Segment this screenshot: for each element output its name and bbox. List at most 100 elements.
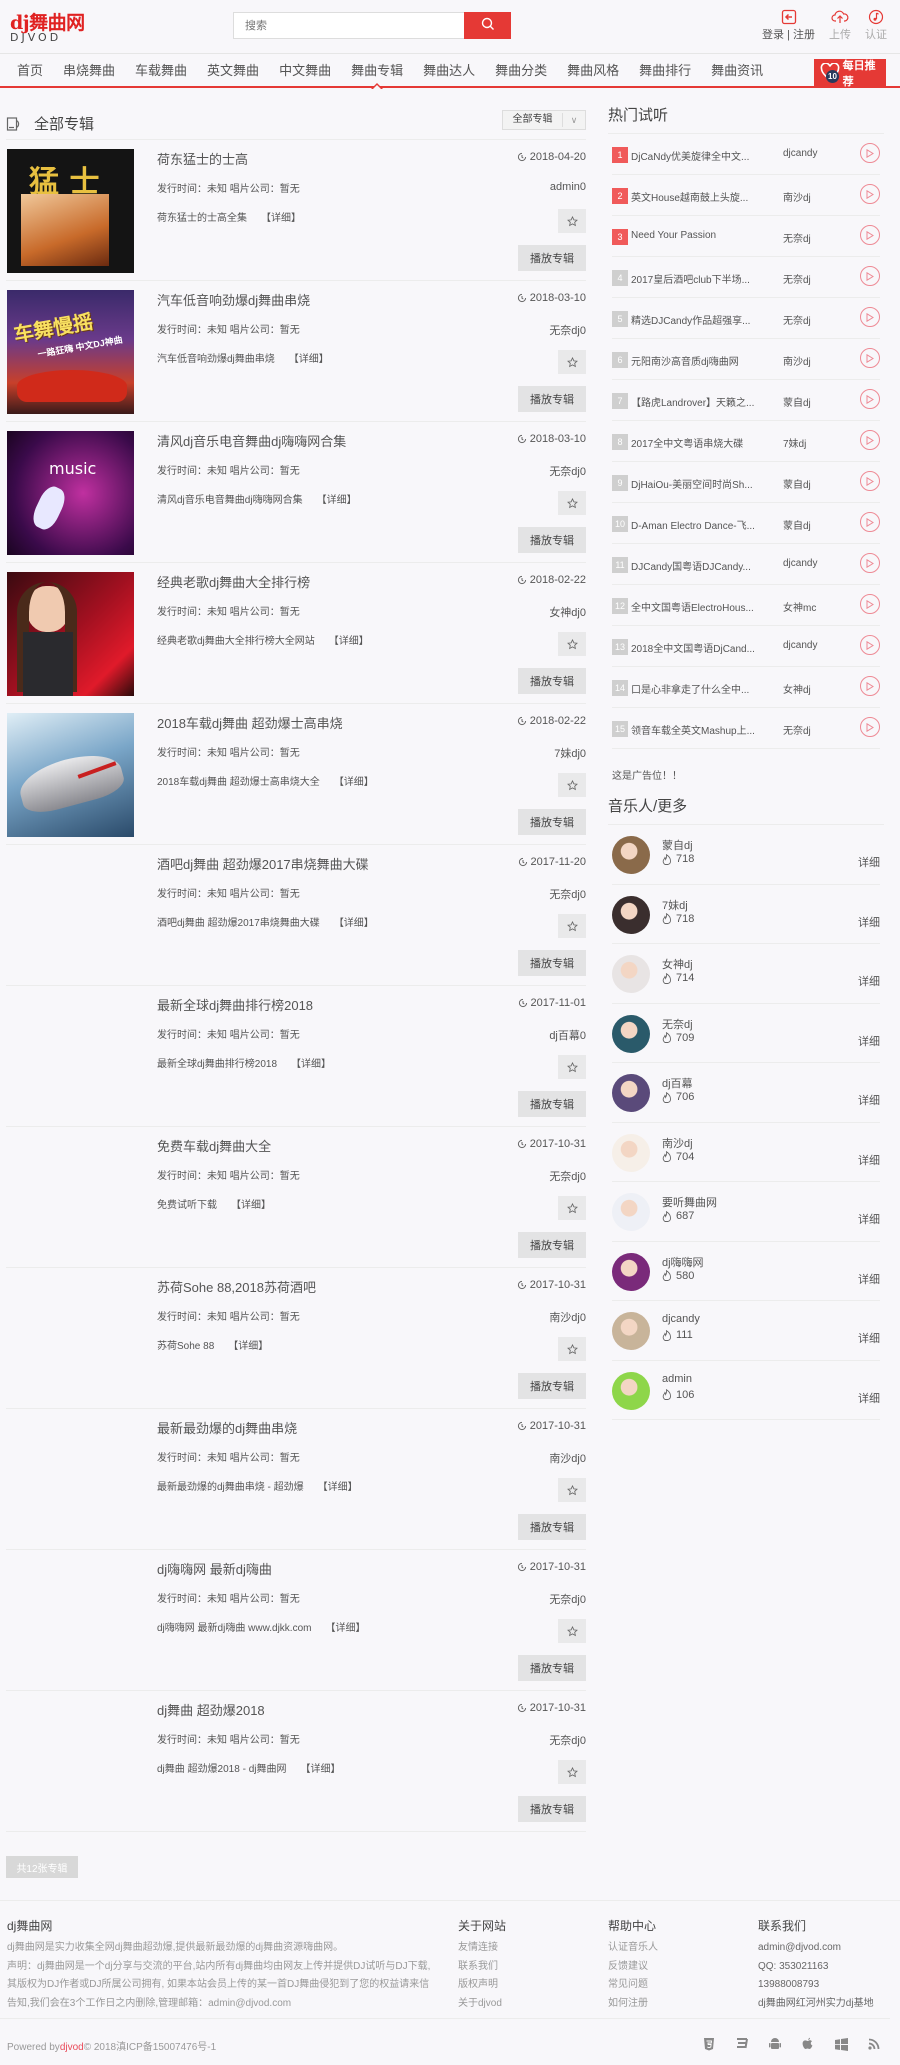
track-artist-link[interactable]: 无奈dj [783, 312, 811, 327]
artist-avatar[interactable] [612, 1193, 650, 1231]
search-input[interactable] [233, 12, 465, 39]
artists-title[interactable]: 音乐人/更多 [608, 793, 884, 825]
album-cover[interactable]: 猛 士 [7, 149, 134, 273]
nav-item[interactable]: 舞曲排行 [630, 54, 700, 87]
album-cover[interactable]: music [7, 431, 134, 555]
play-track-button[interactable] [860, 471, 880, 491]
track-artist-link[interactable]: 7妹dj [783, 435, 806, 450]
track-title-link[interactable]: 英文House越南鼓上头旋... [631, 189, 756, 204]
track-artist-link[interactable]: 南沙dj [783, 189, 811, 204]
login-link[interactable]: 登录 [762, 29, 784, 41]
nav-item[interactable]: 车载舞曲 [126, 54, 196, 87]
ad-slot[interactable]: 这是广告位！！ [612, 767, 880, 782]
powered-brand-link[interactable]: djvod [60, 2042, 84, 2053]
favorite-button[interactable] [558, 632, 586, 656]
album-cover[interactable] [7, 1700, 134, 1824]
artist-name-link[interactable]: 7妹dj [662, 897, 688, 913]
artist-name-link[interactable]: 女神dj [662, 956, 693, 972]
album-name-link[interactable]: 经典老歌dj舞曲大全排行榜 [157, 572, 310, 591]
album-name-link[interactable]: 清风dj音乐电音舞曲dj嗨嗨网合集 [157, 431, 346, 450]
album-name-link[interactable]: 汽车低音响劲爆dj舞曲串烧 [157, 290, 310, 309]
play-track-button[interactable] [860, 389, 880, 409]
album-detail-link[interactable]: 【详细】 [228, 1341, 268, 1352]
album-cover[interactable] [7, 995, 134, 1119]
artist-detail-link[interactable]: 详细 [858, 914, 880, 930]
favorite-button[interactable] [558, 1055, 586, 1079]
play-track-button[interactable] [860, 430, 880, 450]
artist-name-link[interactable]: dj嗨嗨网 [662, 1254, 704, 1270]
album-detail-link[interactable]: 【详细】 [291, 1059, 331, 1070]
nav-item[interactable]: 舞曲达人 [414, 54, 484, 87]
artist-name-link[interactable]: 蒙自dj [662, 837, 693, 853]
album-cover[interactable] [7, 1418, 134, 1542]
favorite-button[interactable] [558, 1196, 586, 1220]
play-track-button[interactable] [860, 143, 880, 163]
album-cover[interactable] [7, 1559, 134, 1683]
track-artist-link[interactable]: djcandy [783, 558, 817, 569]
play-track-button[interactable] [860, 717, 880, 737]
play-track-button[interactable] [860, 348, 880, 368]
album-detail-link[interactable]: 【详细】 [300, 1764, 340, 1775]
nav-item[interactable]: 舞曲资讯 [702, 54, 772, 87]
album-detail-link[interactable]: 【详细】 [261, 213, 301, 224]
play-album-button[interactable]: 播放专辑 [518, 1655, 586, 1681]
play-track-button[interactable] [860, 553, 880, 573]
play-track-button[interactable] [860, 184, 880, 204]
album-name-link[interactable]: 荷东猛士的士高 [157, 149, 248, 168]
daily-recommend-button[interactable]: 10 每日推荐 [814, 59, 886, 88]
album-detail-link[interactable]: 【详细】 [334, 918, 374, 929]
search-button[interactable] [464, 12, 511, 39]
play-track-button[interactable] [860, 594, 880, 614]
play-album-button[interactable]: 播放专辑 [518, 809, 586, 835]
artist-detail-link[interactable]: 详细 [858, 854, 880, 870]
footer-link[interactable]: 认证音乐人 [608, 1939, 658, 1958]
track-artist-link[interactable]: 南沙dj [783, 353, 811, 368]
favorite-button[interactable] [558, 1760, 586, 1784]
footer-link[interactable]: 关于djvod [458, 1995, 506, 2014]
nav-item[interactable]: 舞曲专辑 [342, 54, 412, 89]
play-album-button[interactable]: 播放专辑 [518, 1373, 586, 1399]
play-album-button[interactable]: 播放专辑 [518, 950, 586, 976]
play-album-button[interactable]: 播放专辑 [518, 386, 586, 412]
track-title-link[interactable]: 领音车载全英文Mashup上... [631, 722, 756, 737]
artist-avatar[interactable] [612, 1014, 650, 1053]
site-logo[interactable]: dj舞曲网 DJVOD [10, 14, 90, 44]
artist-avatar[interactable] [612, 1074, 650, 1112]
artist-detail-link[interactable]: 详细 [858, 1152, 880, 1168]
track-title-link[interactable]: 全中文国粤语ElectroHous... [631, 599, 756, 614]
track-artist-link[interactable]: 无奈dj [783, 722, 811, 737]
album-name-link[interactable]: 苏荷Sohe 88,2018苏荷酒吧 [157, 1277, 316, 1296]
artist-name-link[interactable]: admin [662, 1373, 692, 1385]
artist-avatar[interactable] [612, 1371, 650, 1410]
album-cover[interactable]: 车舞慢摇 一路狂嗨 中文DJ神曲 [7, 290, 134, 414]
track-title-link[interactable]: 2018全中文国粤语DjCand... [631, 640, 756, 655]
track-title-link[interactable]: D-Aman Electro Dance-飞... [631, 517, 756, 532]
register-link[interactable]: 注册 [793, 29, 815, 41]
nav-item[interactable]: 中文舞曲 [270, 54, 340, 87]
track-artist-link[interactable]: 女神mc [783, 599, 816, 614]
album-name-link[interactable]: 最新最劲爆的dj舞曲串烧 [157, 1418, 297, 1437]
album-detail-link[interactable]: 【详细】 [289, 354, 329, 365]
album-detail-link[interactable]: 【详细】 [329, 636, 369, 647]
track-artist-link[interactable]: 蒙自dj [783, 476, 811, 491]
artist-detail-link[interactable]: 详细 [858, 973, 880, 989]
album-name-link[interactable]: 2018车载dj舞曲 超劲爆士高串烧 [157, 713, 343, 732]
footer-link[interactable]: 版权声明 [458, 1976, 506, 1995]
artist-detail-link[interactable]: 详细 [858, 1033, 880, 1049]
track-artist-link[interactable]: djcandy [783, 148, 817, 159]
track-title-link[interactable]: 口是心非拿走了什么全中... [631, 681, 756, 696]
nav-item[interactable]: 首页 [8, 54, 52, 87]
nav-item[interactable]: 舞曲分类 [486, 54, 556, 87]
upload-link[interactable]: 上传 [829, 8, 851, 44]
play-album-button[interactable]: 播放专辑 [518, 1514, 586, 1540]
play-track-button[interactable] [860, 307, 880, 327]
play-album-button[interactable]: 播放专辑 [518, 668, 586, 694]
artist-detail-link[interactable]: 详细 [858, 1390, 880, 1406]
nav-item[interactable]: 舞曲风格 [558, 54, 628, 87]
artist-avatar[interactable] [612, 1252, 650, 1291]
artist-name-link[interactable]: 要听舞曲网 [662, 1194, 717, 1210]
track-artist-link[interactable]: 蒙自dj [783, 517, 811, 532]
track-artist-link[interactable]: djcandy [783, 640, 817, 651]
artist-avatar[interactable] [612, 895, 650, 934]
artist-name-link[interactable]: 南沙dj [662, 1135, 693, 1151]
